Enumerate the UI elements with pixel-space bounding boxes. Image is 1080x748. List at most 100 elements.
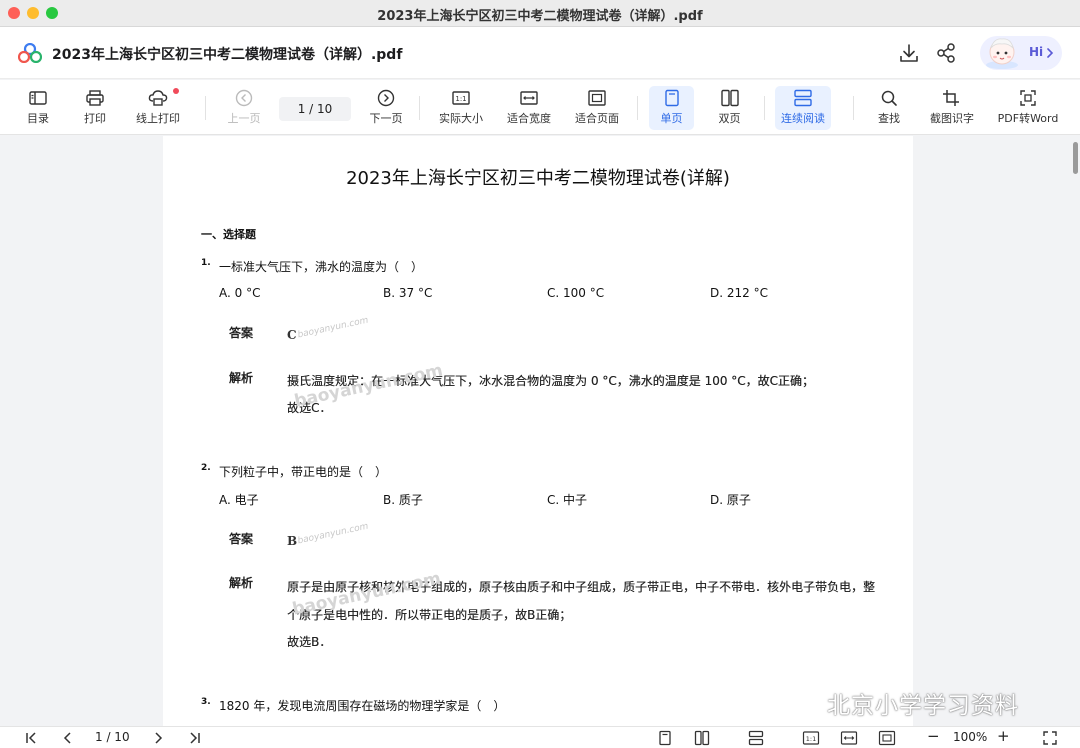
fit-width-small-button[interactable]: [840, 730, 858, 746]
page-number-input[interactable]: 1 / 10: [279, 97, 351, 121]
fit-page-icon: [588, 90, 606, 106]
download-icon[interactable]: [898, 42, 920, 64]
analysis-label: 解析: [229, 371, 254, 385]
continuous-small-button[interactable]: [748, 730, 764, 746]
fullscreen-button[interactable]: [1042, 730, 1058, 746]
continuous-scroll-icon: [748, 730, 764, 746]
document-viewport[interactable]: 2023年上海长宁区初三中考二模物理试卷(详解) 一、选择题 1. 一标准大气压…: [0, 136, 1080, 726]
fit-width-icon: [840, 731, 858, 745]
double-page-icon: [694, 730, 710, 746]
actual-size-button[interactable]: 1:1 实际大小: [434, 86, 488, 130]
double-page-small-button[interactable]: [694, 730, 710, 746]
answer-label: 答案: [229, 532, 254, 546]
watermark: baoyanyun.com: [296, 521, 370, 547]
zoom-out-button[interactable]: −: [927, 727, 940, 745]
fit-page-icon: [878, 730, 896, 746]
find-label: 查找: [878, 112, 900, 125]
assistant-button[interactable]: Hi: [980, 36, 1062, 70]
svg-text:1:1: 1:1: [806, 735, 816, 743]
divider: [637, 96, 638, 120]
watermark: baoyanyun.com: [296, 315, 370, 341]
chevron-left-icon: [63, 732, 71, 744]
app-logo-icon: [18, 43, 42, 63]
printer-icon: [86, 90, 104, 106]
online-print-label: 线上打印: [136, 112, 180, 125]
pdf-to-word-button[interactable]: PDF转Word: [994, 86, 1062, 130]
svg-text:1:1: 1:1: [455, 95, 466, 103]
fit-page-small-button[interactable]: [878, 730, 896, 746]
actual-size-label: 实际大小: [439, 112, 483, 125]
next-page-button[interactable]: 下一页: [366, 86, 406, 130]
ocr-label: 截图识字: [930, 112, 974, 125]
option-d: D. 原子: [710, 493, 751, 507]
answer-value: C: [287, 328, 297, 342]
single-page-icon: [659, 730, 671, 746]
first-page-button[interactable]: [24, 730, 38, 746]
fit-width-label: 适合宽度: [507, 112, 551, 125]
notification-dot: [173, 88, 179, 94]
zoom-level[interactable]: 100%: [953, 730, 987, 744]
option-a: A. 0 °C: [219, 286, 261, 300]
window-title: 2023年上海长宁区初三中考二模物理试卷（详解）.pdf: [377, 9, 703, 24]
prev-page-button[interactable]: 上一页: [224, 86, 264, 130]
vertical-scrollbar[interactable]: [1073, 142, 1078, 174]
double-page-button[interactable]: 双页: [707, 86, 752, 130]
print-button[interactable]: 打印: [75, 86, 115, 130]
first-page-icon: [26, 732, 36, 744]
convert-icon: [1020, 90, 1036, 106]
option-c: C. 100 °C: [547, 286, 605, 300]
option-c: C. 中子: [547, 493, 588, 507]
bottom-page-indicator[interactable]: 1 / 10: [95, 730, 130, 744]
single-page-button[interactable]: 单页: [649, 86, 694, 130]
next-page-small-button[interactable]: [152, 730, 164, 746]
document-header: 2023年上海长宁区初三中考二模物理试卷（详解）.pdf Hi: [0, 27, 1080, 79]
single-page-icon: [664, 89, 679, 107]
pdf-page: 2023年上海长宁区初三中考二模物理试卷(详解) 一、选择题 1. 一标准大气压…: [163, 136, 913, 726]
prev-page-small-button[interactable]: [62, 730, 74, 746]
last-page-button[interactable]: [188, 730, 202, 746]
prev-page-label: 上一页: [227, 112, 261, 125]
search-icon: [881, 90, 897, 106]
chevron-right-icon: [1047, 48, 1054, 58]
wechat-icon: [785, 687, 821, 714]
actual-size-icon: 1:1: [802, 731, 820, 745]
question-text: 下列粒子中，带正电的是（ ）: [219, 465, 388, 479]
question-text: 一标准大气压下，沸水的温度为（ ）: [219, 260, 424, 274]
wechat-account-name: 北京小学学习资料: [827, 693, 1019, 719]
main-toolbar: 目录 打印 线上打印 上一页 1 / 10 下一页 1:1 实际大小 适合宽度 …: [0, 80, 1080, 135]
ocr-button[interactable]: 截图识字: [925, 86, 979, 130]
print-label: 打印: [84, 112, 106, 125]
divider: [853, 96, 854, 120]
toc-icon: [29, 91, 47, 105]
last-page-icon: [190, 732, 200, 744]
continuous-reading-button[interactable]: 连续阅读: [775, 86, 831, 130]
assistant-label: Hi: [1029, 45, 1044, 59]
zoom-in-button[interactable]: +: [997, 727, 1010, 745]
title-bar: 2023年上海长宁区初三中考二模物理试卷（详解）.pdf: [0, 0, 1080, 27]
question-text: 1820 年，发现电流周围存在磁场的物理学家是（ ）: [219, 699, 506, 713]
actual-size-icon: 1:1: [452, 91, 470, 105]
fit-width-button[interactable]: 适合宽度: [502, 86, 556, 130]
option-d: D. 212 °C: [710, 286, 768, 300]
find-button[interactable]: 查找: [869, 86, 909, 130]
answer-value: B: [287, 534, 298, 548]
question-number: 2.: [201, 463, 211, 473]
fit-page-button[interactable]: 适合页面: [570, 86, 624, 130]
bottom-bar: 1 / 10 1:1 − 100% +: [0, 726, 1080, 748]
page-title: 2023年上海长宁区初三中考二模物理试卷(详解): [346, 168, 730, 189]
continuous-reading-label: 连续阅读: [781, 112, 825, 125]
actual-size-small-button[interactable]: 1:1: [802, 730, 820, 746]
toc-button[interactable]: 目录: [18, 86, 58, 130]
share-icon[interactable]: [935, 42, 957, 64]
fullscreen-icon: [1043, 731, 1057, 745]
option-b: B. 质子: [383, 493, 423, 507]
single-page-small-button[interactable]: [657, 730, 673, 746]
chevron-right-circle-icon: [377, 89, 395, 107]
analysis-line: 故选B．: [287, 635, 332, 649]
double-page-label: 双页: [718, 112, 741, 125]
next-page-label: 下一页: [369, 112, 403, 125]
cloud-print-icon: [148, 90, 168, 106]
chevron-left-circle-icon: [235, 89, 253, 107]
divider: [419, 96, 420, 120]
fit-page-label: 适合页面: [575, 112, 619, 125]
